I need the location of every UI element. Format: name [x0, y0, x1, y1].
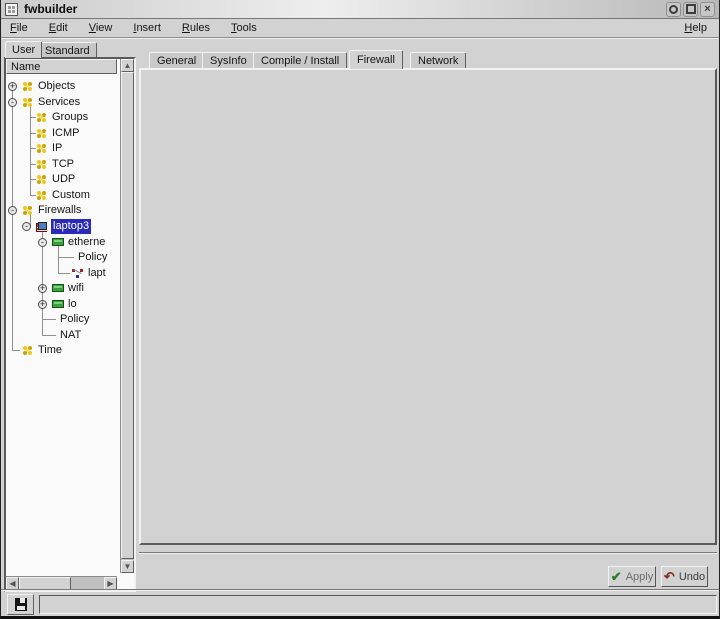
objects-group-icon — [36, 128, 49, 139]
tree-horizontal-scrollbar[interactable]: ◀ ▶ — [6, 576, 117, 590]
floppy-disk-icon — [15, 598, 27, 611]
shade-button[interactable] — [666, 2, 681, 17]
maximize-icon — [686, 4, 696, 14]
objects-group-icon — [36, 159, 49, 170]
tab-network[interactable]: Network — [410, 52, 466, 68]
status-bar — [1, 590, 719, 617]
menu-file[interactable]: File — [10, 22, 28, 34]
undo-arrow-icon: ↶ — [664, 569, 675, 585]
menu-bar: File Edit View Insert Rules Tools Help — [1, 19, 719, 38]
maximize-button[interactable] — [683, 2, 698, 17]
objects-group-icon — [36, 174, 49, 185]
tree-item-groups[interactable]: Groups — [6, 110, 117, 125]
tab-compile-install[interactable]: Compile / Install — [253, 52, 347, 68]
expander-plus-icon[interactable]: + — [38, 284, 47, 293]
fwbuilder-window: fwbuilder × File Edit View Insert Rules … — [0, 0, 720, 619]
check-icon: ✔ — [611, 569, 622, 585]
menu-tools[interactable]: Tools — [231, 22, 257, 34]
app-icon[interactable] — [5, 3, 18, 16]
scroll-up-icon[interactable]: ▲ — [121, 59, 134, 72]
objects-group-icon — [36, 190, 49, 201]
close-button[interactable]: × — [700, 2, 715, 17]
apply-button[interactable]: ✔Apply — [608, 566, 656, 587]
objects-group-icon — [36, 143, 49, 154]
objects-group-icon — [22, 345, 35, 356]
object-tree-panel: Name + Objects - — [4, 57, 136, 592]
undo-button[interactable]: ↶Undo — [661, 566, 708, 587]
shade-icon — [669, 5, 678, 14]
expander-minus-icon[interactable]: - — [8, 98, 17, 107]
objects-group-icon — [22, 81, 35, 92]
network-icon — [72, 268, 85, 279]
firewall-settings-panel — [139, 68, 717, 545]
interface-icon — [52, 238, 64, 246]
tree-item-nat[interactable]: NAT — [6, 328, 117, 343]
tree-item-custom[interactable]: Custom — [6, 188, 117, 203]
expander-minus-icon[interactable]: - — [8, 206, 17, 215]
tab-firewall[interactable]: Firewall — [349, 50, 403, 69]
close-icon: × — [704, 4, 710, 14]
tree-item-objects[interactable]: + Objects — [6, 79, 117, 94]
interface-icon — [52, 284, 64, 292]
tree-item-time[interactable]: Time — [6, 343, 117, 358]
menu-view[interactable]: View — [89, 22, 113, 34]
tab-standard[interactable]: Standard — [38, 42, 97, 58]
scroll-right-icon[interactable]: ▶ — [104, 577, 117, 590]
tree-item-policy[interactable]: Policy — [6, 312, 117, 327]
tree-item-icmp[interactable]: ICMP — [6, 126, 117, 141]
menu-insert[interactable]: Insert — [133, 22, 161, 34]
tree-item-ethernet[interactable]: - etherne — [6, 235, 117, 250]
interface-icon — [52, 300, 64, 308]
scroll-left-icon[interactable]: ◀ — [6, 577, 19, 590]
tree-header-name[interactable]: Name — [6, 59, 117, 74]
objects-group-icon — [36, 112, 49, 123]
tab-sysinfo[interactable]: SysInfo — [202, 52, 255, 68]
scroll-down-icon[interactable]: ▼ — [121, 560, 134, 573]
status-field — [39, 595, 717, 614]
objects-group-icon — [22, 205, 35, 216]
tree-item-ip[interactable]: IP — [6, 141, 117, 156]
menu-help[interactable]: Help — [684, 22, 719, 34]
title-bar[interactable]: fwbuilder × — [1, 0, 719, 19]
scroll-thumb[interactable] — [121, 72, 134, 559]
tree-item-laptop3[interactable]: - laptop3 — [6, 219, 117, 234]
tab-user[interactable]: User — [5, 41, 42, 58]
scroll-thumb[interactable] — [19, 577, 71, 590]
menu-rules[interactable]: Rules — [182, 22, 210, 34]
save-button[interactable] — [7, 594, 34, 615]
tab-general[interactable]: General — [149, 52, 204, 68]
tree-item-wifi[interactable]: + wifi — [6, 281, 117, 296]
separator — [139, 552, 717, 554]
tree-vertical-scrollbar[interactable]: ▲ ▼ — [120, 59, 134, 573]
tree-item-udp[interactable]: UDP — [6, 172, 117, 187]
tree-item-firewalls[interactable]: - Firewalls — [6, 203, 117, 218]
expander-plus-icon[interactable]: + — [8, 82, 17, 91]
firewall-icon — [36, 223, 47, 232]
object-tree: + Objects - Services Groups ICMP IP — [6, 74, 117, 571]
tree-item-lapt[interactable]: lapt — [6, 266, 117, 281]
expander-minus-icon[interactable]: - — [22, 222, 31, 231]
tree-item-lo[interactable]: + lo — [6, 297, 117, 312]
expander-plus-icon[interactable]: + — [38, 300, 47, 309]
tree-item-tcp[interactable]: TCP — [6, 157, 117, 172]
expander-minus-icon[interactable]: - — [38, 238, 47, 247]
window-title: fwbuilder — [24, 2, 77, 16]
objects-group-icon — [22, 97, 35, 108]
menu-edit[interactable]: Edit — [49, 22, 68, 34]
tree-item-policy[interactable]: Policy — [6, 250, 117, 265]
tree-item-services[interactable]: - Services — [6, 95, 117, 110]
